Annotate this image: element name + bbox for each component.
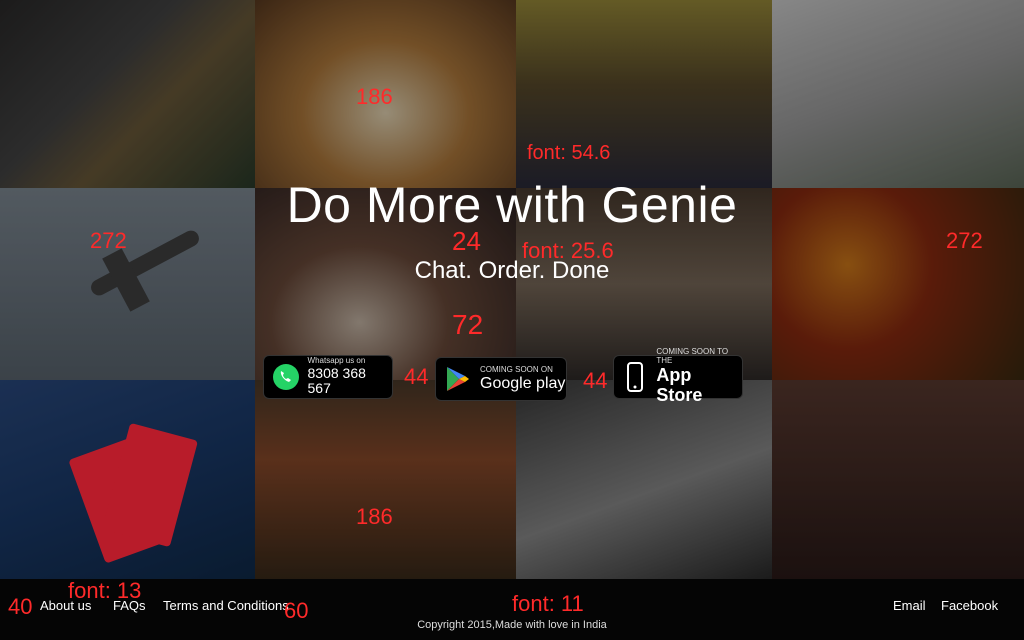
app-store-label: App Store [656, 365, 703, 405]
tile-laptop [516, 380, 772, 579]
annotation: 44 [404, 364, 429, 389]
annotation: font: 54.6 [527, 142, 611, 164]
annotation: font: 11 [512, 591, 584, 616]
footer-link-terms[interactable]: Terms and Conditions [163, 598, 289, 613]
app-store-badge[interactable]: COMING SOON TO THE App Store [613, 348, 743, 405]
hero-title: Do More with Genie [286, 177, 738, 233]
annotation: 272 [946, 228, 983, 253]
annotation: 44 [583, 368, 608, 393]
google-play-icon [440, 361, 476, 397]
hero-subtitle: Chat. Order. Done [414, 257, 610, 284]
google-play-badge[interactable]: COMING SOON ON Google play [435, 357, 567, 401]
copyright-text: Copyright 2015,Made with love in India [417, 619, 607, 631]
annotation: 60 [284, 598, 309, 623]
annotation: 186 [356, 84, 393, 109]
footer-link-email[interactable]: Email [893, 598, 926, 613]
google-play-caption: COMING SOON ON [480, 364, 553, 374]
footer-link-facebook[interactable]: Facebook [941, 598, 998, 613]
annotation: 186 [356, 504, 393, 529]
annotation: 272 [90, 228, 127, 253]
annotation: font: 13 [68, 578, 142, 603]
whatsapp-icon [268, 359, 304, 395]
tile-bill [772, 0, 1024, 188]
annotation: 72 [452, 309, 484, 340]
tile-city [772, 380, 1024, 579]
app-store-caption: COMING SOON TO THE [656, 347, 729, 366]
phone-icon [618, 359, 652, 395]
annotation: 24 [452, 226, 481, 256]
tile-bookshelf [255, 380, 516, 579]
google-play-label: Google play [480, 374, 566, 392]
annotation: 40 [8, 594, 33, 619]
whatsapp-badge[interactable]: Whatsapp us on 8308 368 567 [263, 355, 393, 399]
tile-clothes [0, 0, 255, 188]
whatsapp-number: 8308 368 567 [307, 365, 366, 397]
annotation: font: 25.6 [522, 238, 614, 263]
